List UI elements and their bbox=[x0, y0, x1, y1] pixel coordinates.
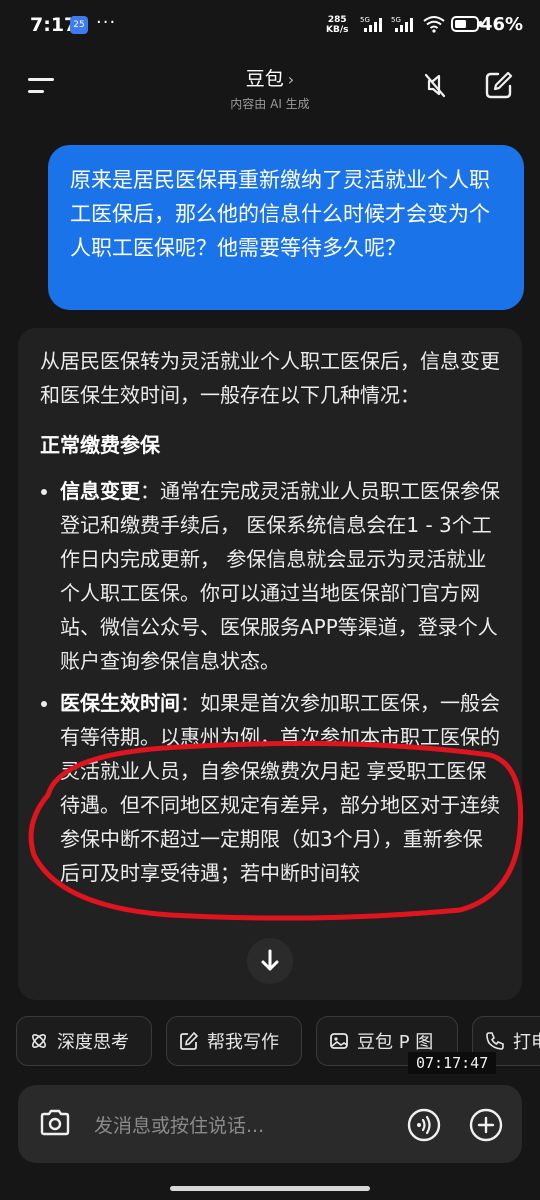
battery-icon bbox=[451, 16, 482, 32]
red-annotation-circle bbox=[28, 740, 524, 921]
list-item-label: 医保生效时间 bbox=[60, 691, 180, 715]
edit-note-icon bbox=[180, 1031, 199, 1050]
svg-text:5G: 5G bbox=[360, 16, 370, 24]
status-icons: 5G 5G bbox=[360, 15, 483, 33]
image-icon bbox=[330, 1033, 348, 1049]
camera-icon[interactable] bbox=[38, 1107, 72, 1139]
mute-speaker-icon[interactable] bbox=[420, 70, 450, 100]
signal-5g-icon-2: 5G bbox=[391, 16, 413, 32]
atom-icon bbox=[32, 1034, 46, 1048]
scroll-down-button[interactable] bbox=[247, 938, 293, 984]
screenshot-timestamp: 07:17:47 bbox=[408, 1052, 497, 1074]
voice-call-icon[interactable] bbox=[406, 1107, 442, 1143]
reply-section-title: 正常缴费参保 bbox=[40, 433, 160, 457]
new-chat-edit-icon[interactable] bbox=[484, 70, 514, 100]
chip-label: 帮我写作 bbox=[207, 1032, 279, 1053]
arrow-down-icon bbox=[261, 949, 279, 971]
wifi-icon bbox=[423, 16, 445, 33]
deep-think-chip[interactable]: 深度思考 bbox=[16, 1016, 152, 1066]
user-message-bubble[interactable]: 原来是居民医保再重新缴纳了灵活就业个人职工医保后，那么他的信息什么时候才会变为个… bbox=[48, 145, 524, 310]
chat-title[interactable]: 豆包 bbox=[246, 68, 284, 90]
battery-percent: 46% bbox=[480, 14, 524, 35]
chip-label: 豆包 P 图 bbox=[357, 1032, 434, 1053]
list-item-label: 信息变更 bbox=[60, 479, 140, 503]
plus-icon[interactable] bbox=[468, 1107, 504, 1143]
app-badge-icon: 25 bbox=[70, 16, 88, 34]
svg-text:5G: 5G bbox=[391, 16, 401, 24]
signal-5g-icon: 5G bbox=[360, 16, 382, 32]
status-bar: 7:17 25 ··· 285 KB/s 5G 5G 46% bbox=[0, 0, 540, 50]
home-indicator[interactable] bbox=[170, 1186, 370, 1191]
list-item: 信息变更：通常在完成灵活就业人员职工医保参保登记和缴费手续后， 医保系统信息会在… bbox=[60, 474, 500, 678]
network-speed: 285 KB/s bbox=[326, 15, 349, 35]
ai-generated-notice: 内容由 AI 生成 bbox=[230, 97, 310, 111]
message-input-bar: 发消息或按住说话... bbox=[18, 1085, 522, 1163]
reply-intro: 从居民医保转为灵活就业个人职工医保后，信息变更和医保生效时间，一般存在以下几种情… bbox=[40, 349, 500, 407]
list-item-text: ：通常在完成灵活就业人员职工医保参保登记和缴费手续后， 医保系统信息会在1 - … bbox=[60, 479, 500, 673]
phone-icon bbox=[486, 1032, 504, 1050]
chevron-right-icon: › bbox=[287, 70, 295, 89]
more-notifications-icon: ··· bbox=[96, 12, 117, 33]
help-write-chip[interactable]: 帮我写作 bbox=[166, 1016, 302, 1066]
message-input[interactable]: 发消息或按住说话... bbox=[94, 1111, 264, 1138]
chat-header: 豆包 › 内容由 AI 生成 bbox=[0, 56, 540, 116]
chip-label: 深度思考 bbox=[57, 1032, 129, 1053]
menu-icon[interactable] bbox=[28, 76, 58, 96]
chat-title-area[interactable]: 豆包 › 内容由 AI 生成 bbox=[170, 64, 370, 112]
chip-label: 打电话 bbox=[513, 1032, 540, 1053]
